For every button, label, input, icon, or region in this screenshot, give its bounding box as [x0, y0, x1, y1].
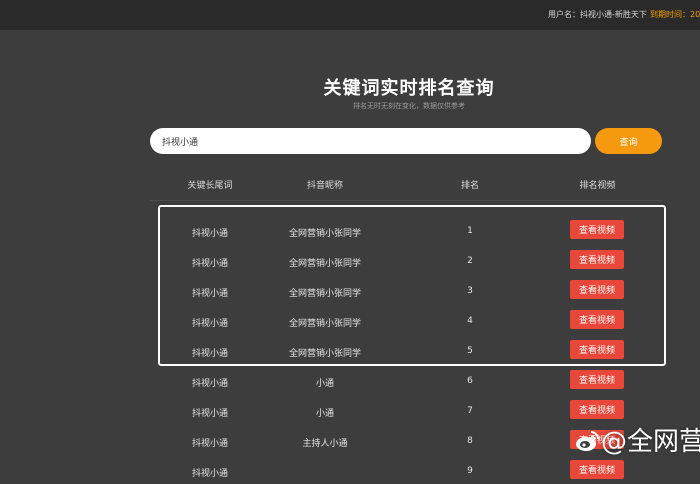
nickname-cell: 小通 — [315, 409, 334, 419]
nickname-cell: 小通 — [315, 379, 334, 389]
keyword-cell: 抖视小通 — [191, 229, 228, 239]
view-video-button[interactable]: 查看视频 — [570, 400, 624, 419]
rank-cell: 5 — [467, 346, 473, 356]
view-video-button[interactable]: 查看视频 — [570, 250, 624, 269]
table-row: 抖视小通 小通 6 查看视频 — [150, 370, 670, 394]
keyword-cell: 抖视小通 — [191, 259, 228, 269]
rank-cell: 7 — [467, 406, 473, 416]
nickname-cell: 全网营销小张同学 — [288, 259, 361, 269]
table-row: 抖视小通 全网营销小张同学 1 查看视频 — [150, 220, 670, 244]
nickname-cell: 全网营销小张同学 — [288, 349, 361, 359]
search-input[interactable] — [150, 128, 591, 154]
column-header-video: 排名视频 — [579, 181, 616, 191]
expiry-label: 到期时间：2028 — [650, 10, 700, 19]
keyword-cell: 抖视小通 — [191, 379, 228, 389]
watermark: @全网营 — [574, 419, 700, 459]
table-row: 抖视小通 全网营销小张同学 2 查看视频 — [150, 250, 670, 274]
view-video-button[interactable]: 查看视频 — [570, 220, 624, 239]
view-video-button[interactable]: 查看视频 — [570, 280, 624, 299]
keyword-cell: 抖视小通 — [191, 289, 228, 299]
nickname-cell: 全网营销小张同学 — [288, 319, 361, 329]
keyword-cell: 抖视小通 — [191, 409, 228, 419]
table-row: 抖视小通 9 查看视频 — [150, 460, 670, 484]
rank-cell: 6 — [467, 376, 473, 386]
search-button[interactable]: 查询 — [595, 128, 662, 154]
nickname-cell: 全网营销小张同学 — [288, 289, 361, 299]
view-video-button[interactable]: 查看视频 — [570, 370, 624, 389]
weibo-logo-icon — [576, 431, 599, 451]
rank-cell: 1 — [467, 226, 473, 236]
page-title: 关键词实时排名查询 — [323, 78, 495, 99]
table-row: 抖视小通 全网营销小张同学 5 查看视频 — [150, 340, 670, 364]
header-divider — [150, 200, 662, 201]
keyword-cell: 抖视小通 — [191, 439, 228, 449]
table-row: 抖视小通 全网营销小张同学 3 查看视频 — [150, 280, 670, 304]
table-row: 抖视小通 全网营销小张同学 4 查看视频 — [150, 310, 670, 334]
top-bar: 用户名：抖视小通-新胜天下 到期时间：2028 — [0, 0, 700, 30]
view-video-button[interactable]: 查看视频 — [570, 340, 624, 359]
rank-cell: 8 — [467, 436, 473, 446]
nickname-cell: 全网营销小张同学 — [288, 229, 361, 239]
rank-cell: 2 — [467, 256, 473, 266]
rank-cell: 9 — [467, 466, 473, 476]
column-header-rank: 排名 — [460, 181, 479, 191]
nickname-cell: 主持人小通 — [302, 439, 348, 449]
keyword-cell: 抖视小通 — [191, 319, 228, 329]
column-header-keyword: 关键长尾词 — [187, 181, 233, 191]
keyword-cell: 抖视小通 — [191, 469, 228, 479]
view-video-button[interactable]: 查看视频 — [570, 310, 624, 329]
username-label: 用户名：抖视小通-新胜天下 — [548, 10, 647, 19]
column-header-nickname: 抖音昵称 — [306, 181, 343, 191]
keyword-cell: 抖视小通 — [191, 349, 228, 359]
rank-cell: 4 — [467, 316, 473, 326]
watermark-text: @全网营 — [601, 427, 700, 457]
rank-cell: 3 — [467, 286, 473, 296]
page-subtitle: 排名无时无刻在变化，数据仅供参考 — [353, 102, 465, 110]
